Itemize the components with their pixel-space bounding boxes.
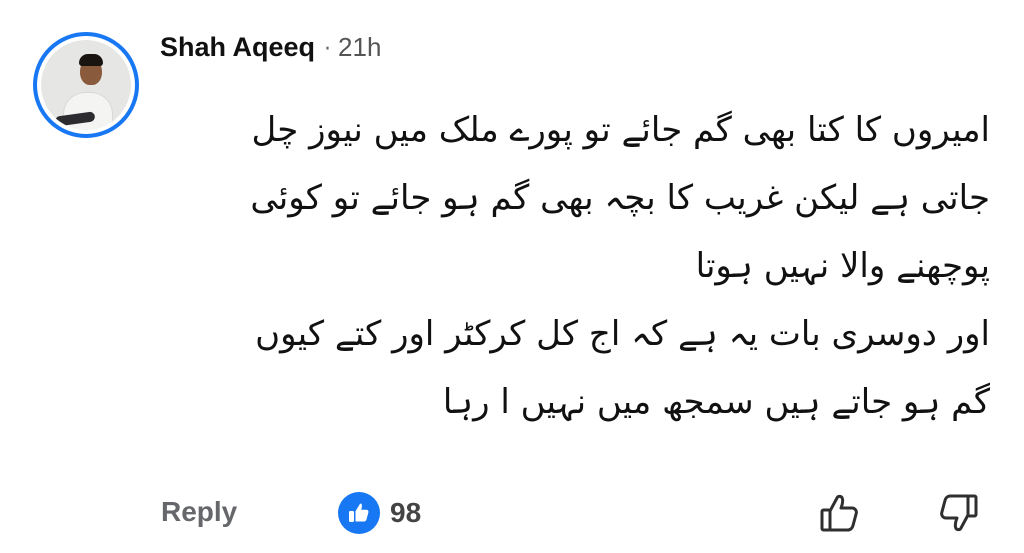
avatar-figure-hair bbox=[79, 54, 103, 66]
comment-body: امیروں کا کتا بھی گم جائے تو پورے ملک می… bbox=[150, 96, 990, 436]
avatar[interactable] bbox=[33, 32, 139, 138]
comment-line: گم ہو جاتے ہیں سمجھ میں نہیں ا رہا bbox=[442, 382, 990, 422]
comment-line: امیروں کا کتا بھی گم جائے تو پورے ملک می… bbox=[251, 110, 990, 150]
separator-dot: · bbox=[324, 37, 332, 62]
like-count: 98 bbox=[390, 497, 422, 528]
comment-header: Shah Aqeeq · 21h bbox=[160, 32, 381, 63]
thumbs-down-outline-icon[interactable] bbox=[934, 490, 980, 536]
comment-line: جاتی ہے لیکن غریب کا بچہ بھی گم ہو جائے … bbox=[250, 178, 990, 218]
thumbs-up-icon bbox=[349, 503, 369, 522]
timestamp[interactable]: 21h bbox=[338, 32, 381, 63]
comment-line: اور دوسری بات یہ ہے کہ اج کل کرکٹر اور ک… bbox=[255, 314, 990, 354]
comment-actions: Reply 98 bbox=[0, 490, 1024, 540]
author-name[interactable]: Shah Aqeeq bbox=[160, 32, 315, 63]
thumbs-up-outline-icon[interactable] bbox=[818, 490, 864, 536]
reply-button[interactable]: Reply bbox=[161, 496, 237, 528]
profile-photo bbox=[41, 40, 131, 130]
like-reaction-badge[interactable] bbox=[338, 492, 380, 534]
comment-line: پوچھنے والا نہیں ہوتا bbox=[695, 246, 990, 286]
